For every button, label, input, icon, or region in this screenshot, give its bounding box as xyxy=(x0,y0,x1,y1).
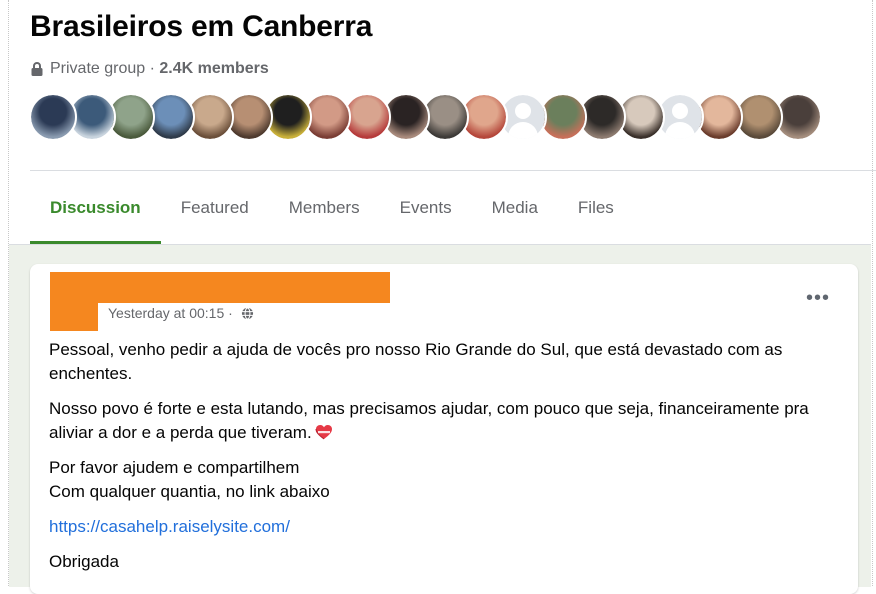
tab-discussion[interactable]: Discussion xyxy=(30,171,161,244)
post-body: Pessoal, venho pedir a ajuda de vocês pr… xyxy=(49,338,839,585)
tab-members[interactable]: Members xyxy=(269,171,380,244)
privacy-label: Private group xyxy=(50,60,146,77)
avatar-redaction xyxy=(50,303,98,331)
avatar-photo xyxy=(345,95,389,139)
post-line: Com qualquer quantia, no link abaixo xyxy=(49,482,330,501)
meta-separator: · xyxy=(145,60,160,77)
tab-label: Discussion xyxy=(50,197,141,217)
post-timestamp[interactable]: Yesterday at 00:15 xyxy=(108,305,224,321)
group-title[interactable]: Brasileiros em Canberra xyxy=(30,10,372,44)
post-paragraph: Por favor ajudem e compartilhem Com qualq… xyxy=(49,456,839,504)
post-line: Por favor ajudem e compartilhem xyxy=(49,458,300,477)
group-header: Brasileiros em Canberra Private group · … xyxy=(9,0,876,244)
timestamp-separator: · xyxy=(224,305,237,321)
post-paragraph-text: Nosso povo é forte e esta lutando, mas p… xyxy=(49,399,809,442)
page-frame-right xyxy=(872,0,873,586)
post-paragraph-with-emoji: Nosso povo é forte e esta lutando, mas p… xyxy=(49,397,839,445)
globe-icon xyxy=(241,306,253,320)
avatar-photo xyxy=(541,95,585,139)
tab-label: Media xyxy=(491,197,538,217)
member-avatars xyxy=(29,93,829,141)
avatar-photo xyxy=(31,95,75,139)
tab-featured[interactable]: Featured xyxy=(161,171,269,244)
tab-events[interactable]: Events xyxy=(380,171,472,244)
post-link-paragraph: https://casahelp.raiselysite.com/ xyxy=(49,515,839,539)
member-avatar-1[interactable] xyxy=(29,93,77,141)
tab-files[interactable]: Files xyxy=(558,171,634,244)
members-count[interactable]: 2.4K members xyxy=(159,60,268,78)
post-paragraph: Pessoal, venho pedir a ajuda de vocês pr… xyxy=(49,340,783,383)
post-card: Yesterday at 00:15 · ••• Pessoal, venho … xyxy=(30,264,858,594)
group-tabs: Discussion Featured Members Events Media… xyxy=(30,171,634,244)
donation-link[interactable]: https://casahelp.raiselysite.com/ xyxy=(49,517,290,536)
avatar-photo xyxy=(149,95,193,139)
lock-icon xyxy=(31,62,43,76)
post-more-button[interactable]: ••• xyxy=(804,286,832,310)
post-timestamp-row: Yesterday at 00:15 · xyxy=(108,305,254,321)
tab-media[interactable]: Media xyxy=(472,171,558,244)
tab-label: Featured xyxy=(180,197,249,217)
heart-icon xyxy=(315,425,332,440)
avatar-photo xyxy=(737,95,781,139)
tab-label: Members xyxy=(288,197,360,217)
author-redaction xyxy=(50,272,390,303)
tab-label: Files xyxy=(577,197,614,217)
group-meta: Private group · 2.4K members xyxy=(30,60,269,78)
post-closing: Obrigada xyxy=(49,552,119,571)
tab-label: Events xyxy=(399,197,452,217)
